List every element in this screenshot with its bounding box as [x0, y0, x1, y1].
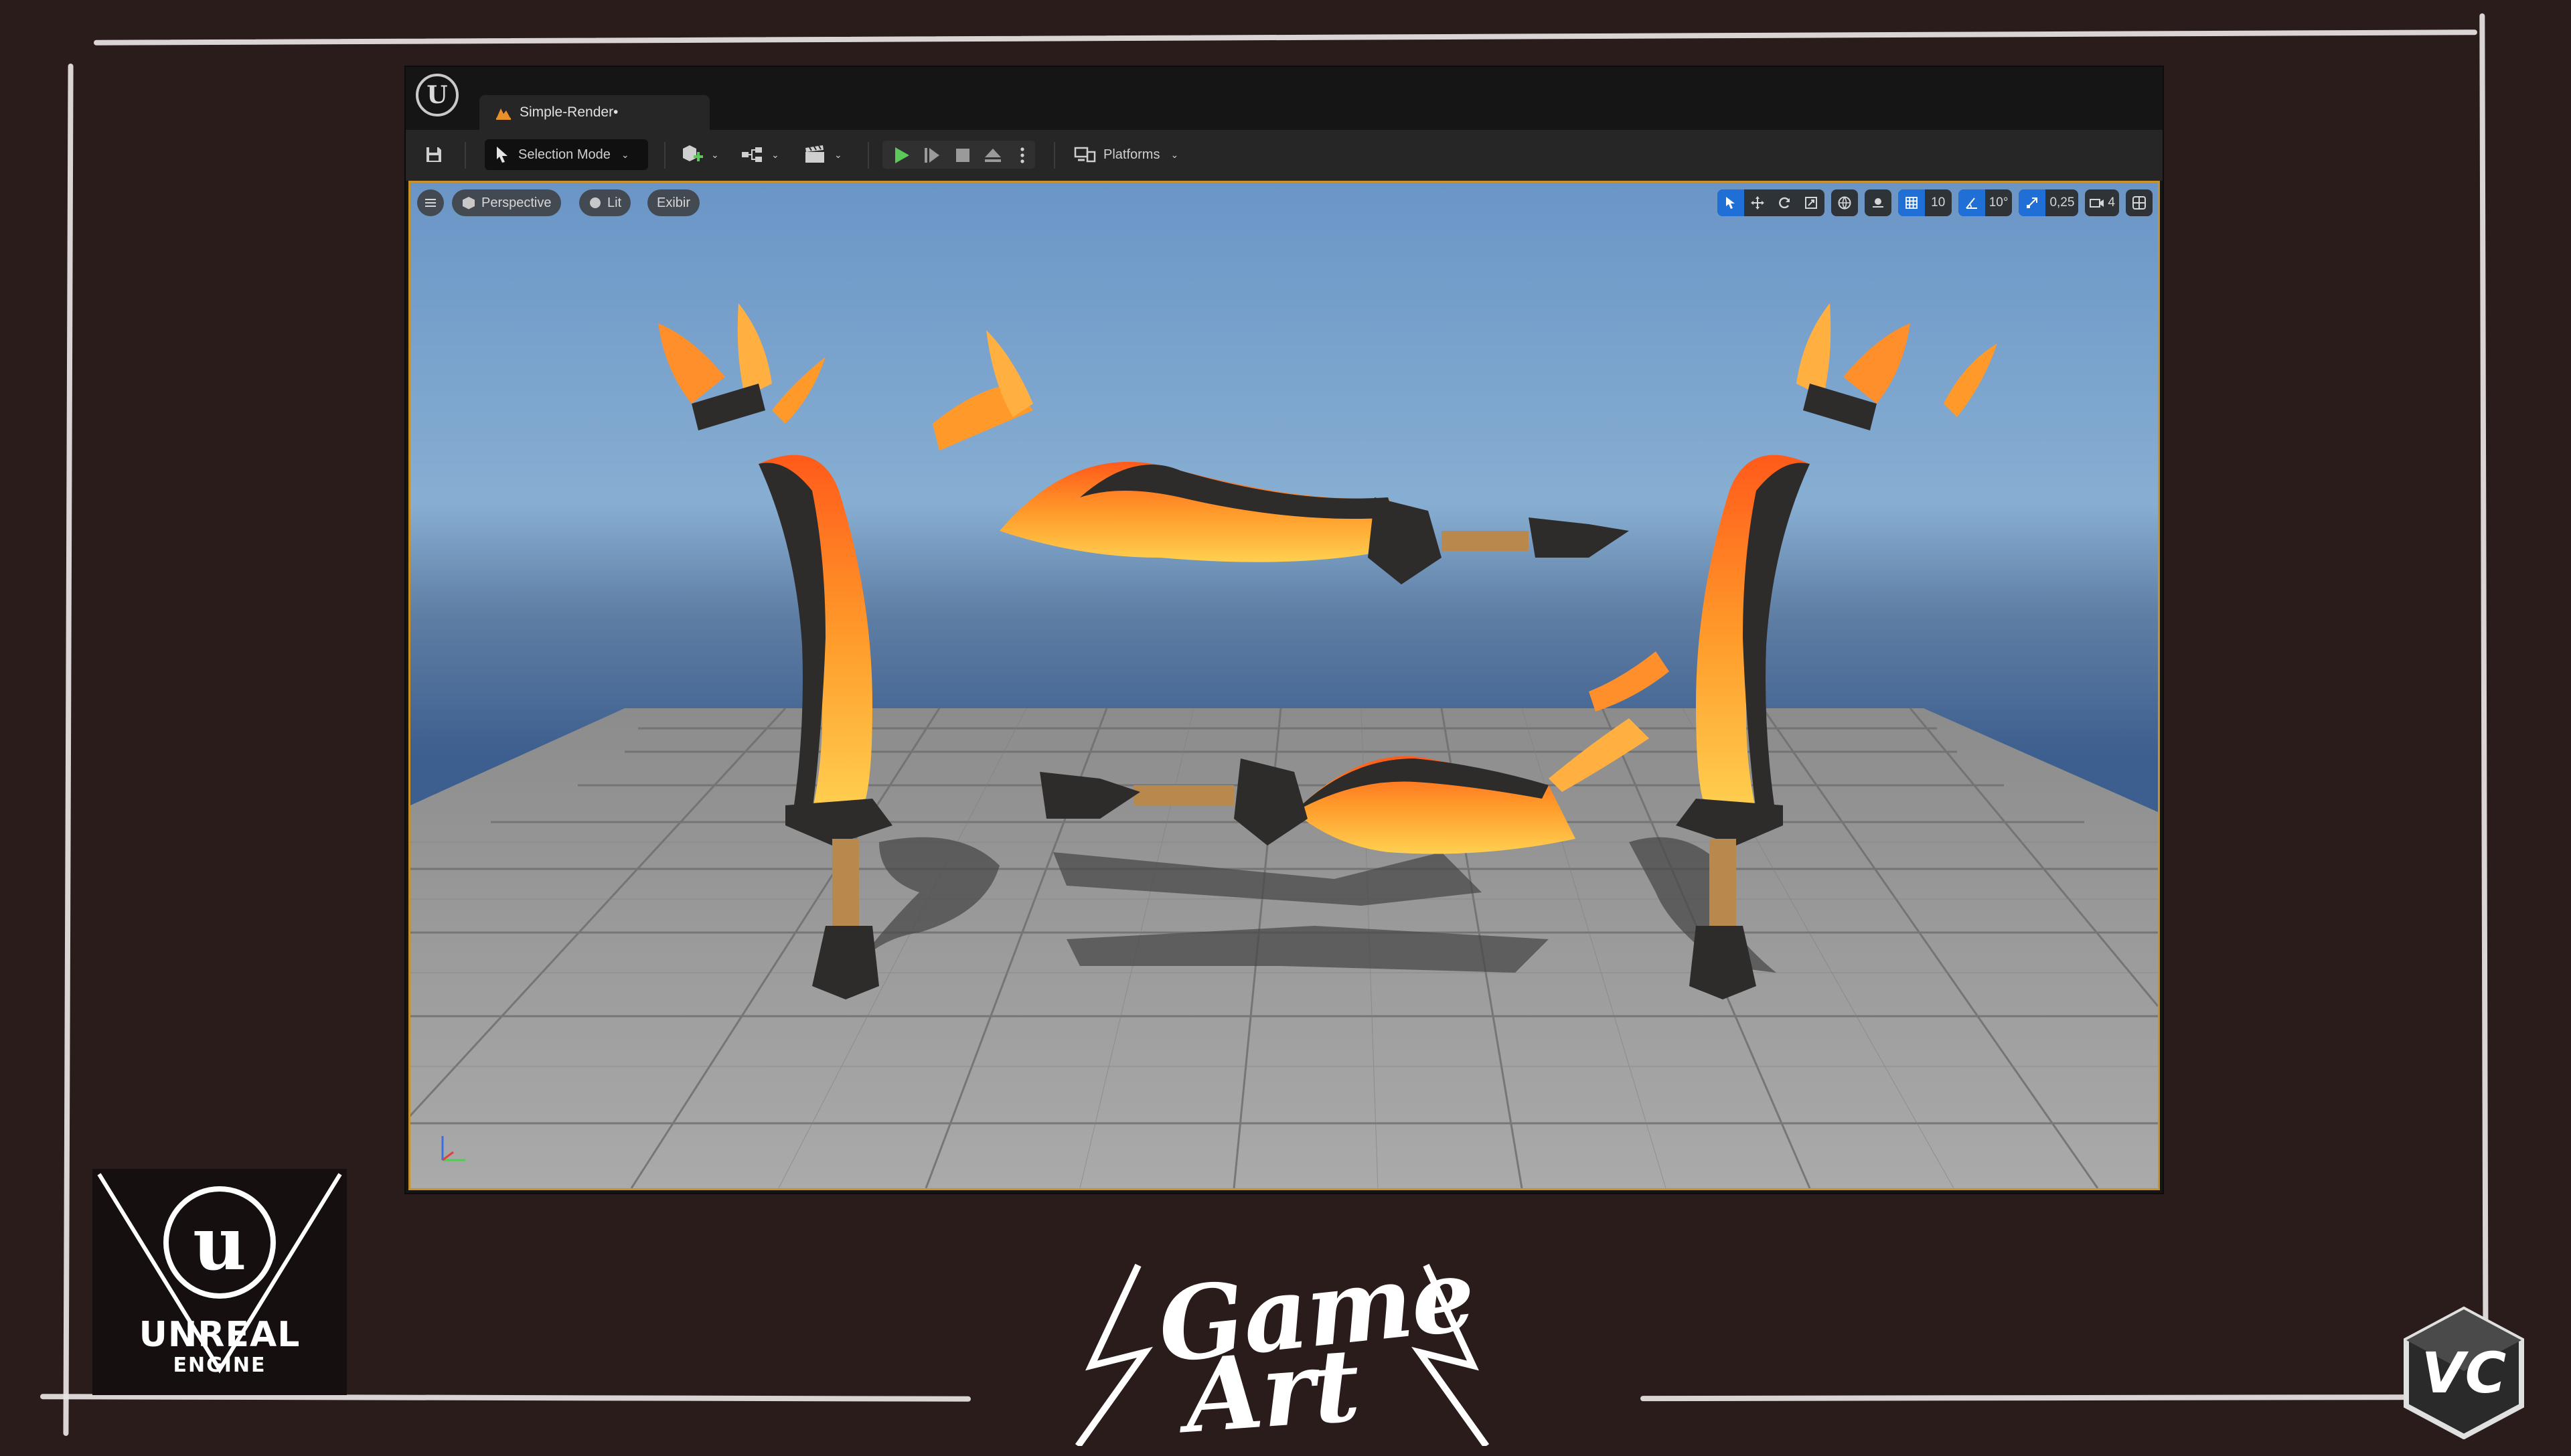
unreal-wordmark: UNREAL	[139, 1315, 301, 1355]
svg-text:u: u	[193, 1200, 246, 1287]
chevron-down-icon: ⌄	[834, 149, 842, 160]
floppy-disk-icon	[426, 147, 441, 162]
chevron-down-icon: ⌄	[621, 149, 629, 160]
level-viewport[interactable]: Perspective Lit Exibir 10 10° 0,25 4	[408, 181, 2160, 1190]
surface-snap-group	[1864, 189, 1891, 216]
camera-speed-group: 4	[2085, 189, 2119, 216]
coordinate-space-group	[1830, 189, 1858, 216]
vc-logo: VC	[2397, 1305, 2531, 1439]
play-icon[interactable]	[892, 146, 912, 165]
main-toolbar: Selection Mode ⌄ ⌄ ⌄ ⌄ Platforms ⌄	[406, 130, 2163, 181]
toolbar-separator	[465, 142, 466, 169]
chevron-down-icon: ⌄	[771, 149, 779, 160]
chalk-frame-right	[2479, 13, 2489, 1386]
vc-wordmark: VC	[2421, 1340, 2507, 1406]
game-art-title-line2: Art	[1181, 1326, 1362, 1456]
level-icon	[496, 108, 511, 120]
camera-icon	[2090, 199, 2104, 208]
viewport-layout-button[interactable]	[2126, 189, 2153, 216]
perspective-label: Perspective	[481, 195, 552, 210]
platforms-icon	[1074, 147, 1096, 163]
blueprint-button[interactable]: ⌄	[741, 139, 789, 170]
scale-snap-value[interactable]: 0,25	[2045, 189, 2078, 216]
angle-icon	[1965, 197, 1977, 209]
unreal-logo-icon[interactable]: U	[416, 74, 459, 116]
scale-tool[interactable]	[1798, 189, 1824, 216]
rotation-snap-toggle[interactable]	[1958, 189, 1985, 216]
add-actor-button[interactable]: ⌄	[680, 139, 728, 170]
chalk-frame-left	[63, 63, 74, 1437]
grid-snap-toggle[interactable]	[1897, 189, 1925, 216]
camera-speed-button[interactable]: 4	[2085, 189, 2119, 216]
scale-icon	[1804, 197, 1817, 209]
surface-snap-icon	[1872, 198, 1883, 208]
rotate-tool[interactable]	[1771, 189, 1798, 216]
selection-mode-button[interactable]: Selection Mode ⌄	[485, 139, 648, 170]
cursor-arrow-icon	[497, 147, 508, 163]
select-tool[interactable]	[1717, 189, 1744, 216]
surface-snapping-toggle[interactable]	[1865, 189, 1891, 216]
viewport-menu-button[interactable]	[417, 189, 444, 216]
stop-icon[interactable]	[955, 147, 971, 163]
cursor-arrow-icon	[1725, 197, 1735, 209]
unreal-engine-logo: u UNREAL ENGINE	[92, 1169, 347, 1395]
grid-icon	[1905, 197, 1918, 209]
eject-icon[interactable]	[983, 147, 1003, 164]
clapperboard-icon	[805, 145, 824, 163]
lit-label: Lit	[607, 195, 622, 210]
engine-wordmark: ENGINE	[173, 1354, 266, 1377]
toolbar-separator	[664, 142, 666, 169]
tab-label: Simple-Render•	[520, 104, 619, 120]
rotation-snap-group: 10°	[1958, 189, 2013, 216]
selection-mode-label: Selection Mode	[518, 147, 611, 162]
show-label: Exibir	[657, 195, 691, 210]
layout-grid-icon	[2132, 196, 2146, 210]
grid-snap-value[interactable]: 10	[1925, 189, 1952, 216]
axis-gizmo-icon	[441, 1136, 465, 1161]
cinematics-button[interactable]: ⌄	[803, 139, 852, 170]
viewport-scene	[410, 303, 2158, 1188]
more-options-icon[interactable]	[1019, 147, 1026, 164]
hamburger-menu-icon	[425, 199, 436, 207]
move-arrows-icon	[1750, 196, 1764, 210]
rotation-snap-value[interactable]: 10°	[1985, 189, 2013, 216]
toolbar-separator	[868, 142, 869, 169]
scale-snap-group: 0,25	[2019, 189, 2079, 216]
title-bar: U Simple-Render•	[406, 67, 2163, 130]
layout-group	[2126, 189, 2153, 216]
grid-snap-group: 10	[1897, 189, 1952, 216]
scale-arrow-icon	[2027, 197, 2038, 208]
game-art-logo: Game Art	[1065, 1236, 1506, 1456]
chalk-frame-top	[93, 29, 2478, 46]
globe-icon	[1838, 196, 1851, 210]
lit-view-mode-button[interactable]: Lit	[579, 189, 631, 216]
blueprint-icon	[742, 147, 762, 162]
toolbar-separator	[1054, 142, 1055, 169]
translate-tool[interactable]	[1744, 189, 1771, 216]
frame-advance-icon[interactable]	[923, 147, 941, 164]
save-button[interactable]	[420, 139, 447, 170]
platforms-button[interactable]: Platforms ⌄	[1074, 139, 1201, 170]
camera-speed-value: 4	[2108, 195, 2115, 210]
add-cube-icon	[683, 145, 703, 161]
scale-snap-toggle[interactable]	[2019, 189, 2046, 216]
tab-simple-render[interactable]: Simple-Render•	[479, 95, 710, 130]
world-space-toggle[interactable]	[1831, 189, 1858, 216]
sphere-icon	[590, 197, 601, 208]
play-controls	[882, 141, 1035, 169]
perspective-button[interactable]: Perspective	[452, 189, 561, 216]
perspective-cube-icon	[463, 197, 475, 210]
show-flags-button[interactable]: Exibir	[647, 189, 700, 216]
chevron-down-icon: ⌄	[1170, 149, 1179, 160]
chevron-down-icon: ⌄	[711, 149, 719, 160]
unreal-editor-window: U Simple-Render• Selection Mode ⌄ ⌄ ⌄ ⌄ …	[406, 67, 2163, 1193]
viewport-transform-tools: 10 10° 0,25 4	[1717, 189, 2153, 216]
transform-mode-group	[1717, 189, 1824, 216]
platforms-label: Platforms	[1103, 147, 1160, 162]
glaive-top	[933, 330, 1629, 584]
chalk-frame-bottom-right	[1640, 1394, 2511, 1402]
rotate-icon	[1778, 197, 1790, 209]
